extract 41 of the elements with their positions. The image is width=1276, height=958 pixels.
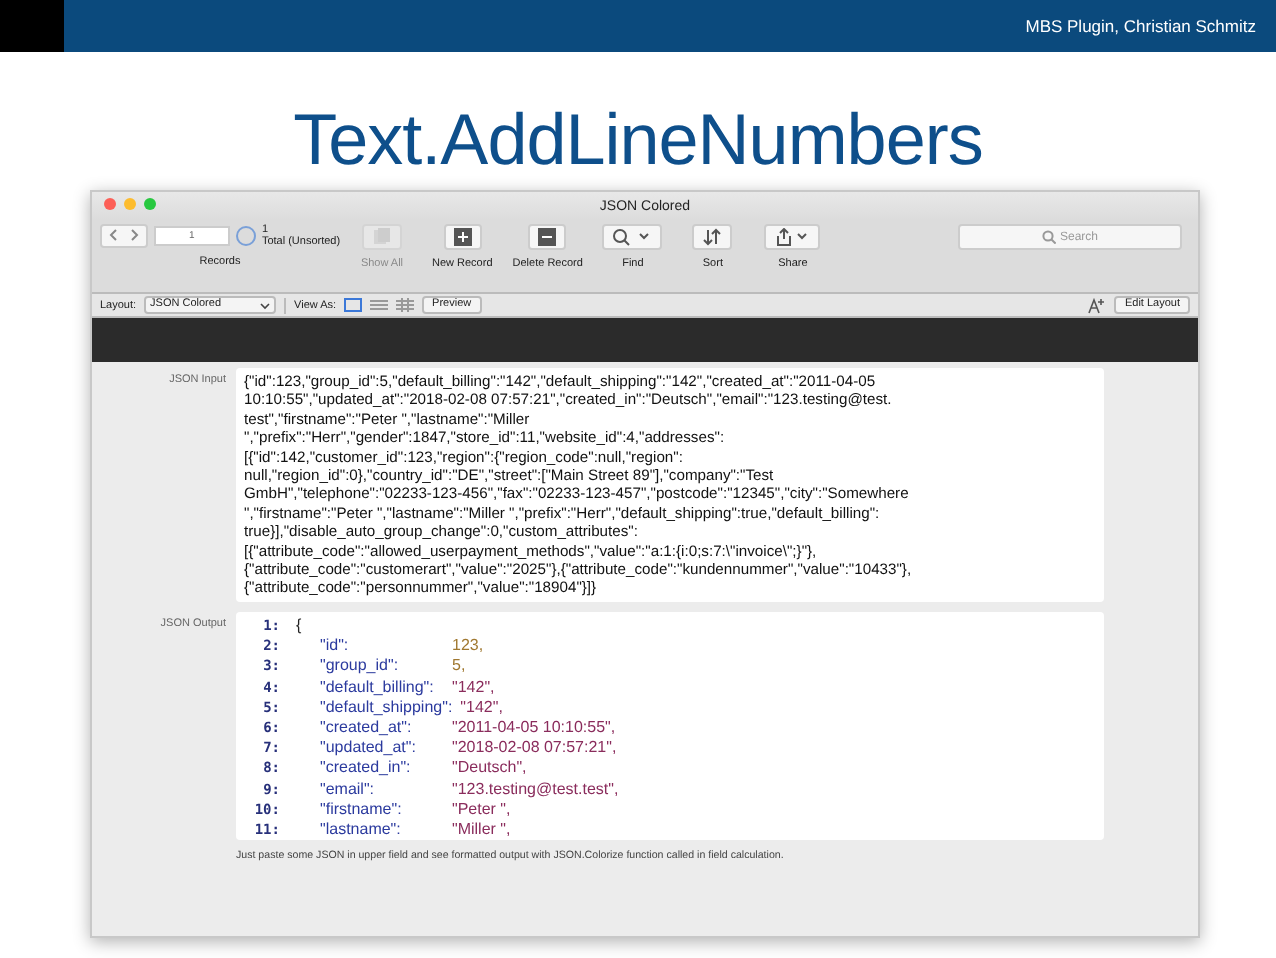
search-icon <box>1041 230 1056 244</box>
view-mode-icon[interactable] <box>396 298 415 312</box>
plus-icon <box>453 228 472 246</box>
close-icon[interactable] <box>104 198 116 210</box>
pages-icon <box>372 228 392 246</box>
sort-icon <box>702 228 723 246</box>
minus-icon <box>538 228 557 246</box>
header-corner-block <box>0 0 64 52</box>
json-key: "email": <box>320 779 444 800</box>
minimize-icon[interactable] <box>124 198 136 210</box>
json-value: 5, <box>452 656 466 678</box>
json-key: "updated_at": <box>320 738 444 759</box>
view-mode-icon[interactable] <box>370 298 389 312</box>
json-value: "2011-04-05 10:10:55", <box>452 718 616 739</box>
json-key: "created_at": <box>320 718 444 739</box>
caret-icon <box>260 301 271 309</box>
json-value: 123, <box>452 636 484 657</box>
json-value: "2018-02-08 07:57:21", <box>452 738 617 759</box>
json-key: "group_id": <box>320 656 444 678</box>
view-mode-icon[interactable] <box>344 298 363 312</box>
slide-title: Text.AddLineNumbers <box>291 96 985 184</box>
search-icon <box>612 228 653 246</box>
json-value: { <box>296 616 302 637</box>
json-key: "created_in": <box>320 758 444 780</box>
json-value: "Deutsch", <box>452 758 527 780</box>
json-key: "default_shipping": <box>320 697 453 719</box>
json-key: "default_billing": <box>320 677 444 698</box>
record-navigation[interactable] <box>99 224 148 248</box>
json-key: "lastname": <box>320 820 444 841</box>
json-value: "142", <box>460 697 503 719</box>
json-value: "Miller ", <box>452 820 511 841</box>
slide-header-text: MBS Plugin, Christian Schmitz <box>1025 16 1256 36</box>
zoom-icon[interactable] <box>144 198 156 210</box>
json-key: "id": <box>320 636 444 657</box>
share-icon <box>774 228 811 246</box>
json-value: "142", <box>452 677 495 698</box>
json-value: "123.testing@test.test", <box>452 779 619 800</box>
json-key: "firstname": <box>320 799 444 821</box>
text-size-icon[interactable] <box>1088 297 1107 313</box>
json-value: "Peter ", <box>452 799 511 821</box>
record-circle-icon <box>235 226 256 246</box>
